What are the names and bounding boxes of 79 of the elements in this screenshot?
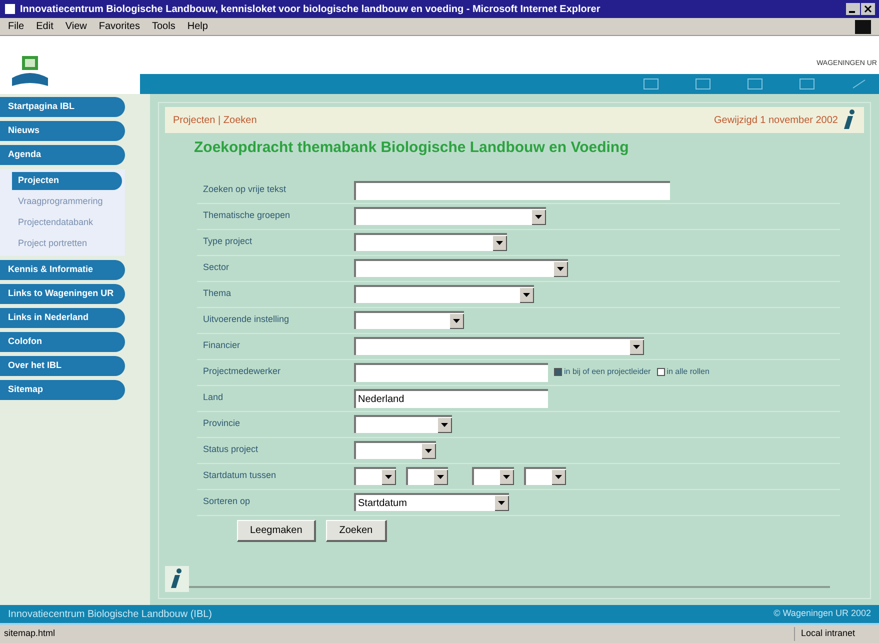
dropdown-arrow-icon: [425, 448, 432, 452]
sidebar-item[interactable]: Nieuws: [0, 121, 125, 141]
dropdown-arrow-icon: [441, 422, 448, 426]
minimize-icon[interactable]: [846, 3, 860, 15]
input-field[interactable]: [354, 180, 670, 200]
form-button[interactable]: Zoeken: [326, 520, 387, 542]
page-heading: Zoekopdracht themabank Biologische Landbouw en Voeding: [194, 138, 630, 158]
dropdown[interactable]: [472, 467, 514, 485]
field-label: Type project: [202, 235, 254, 248]
field-label: Thematische groepen: [202, 209, 292, 222]
dropdown[interactable]: [354, 259, 568, 277]
radio-label: in bij of een projectleider: [564, 366, 651, 378]
dropdown-arrow-icon: [557, 266, 564, 270]
sidebar-item[interactable]: Over het IBL: [0, 356, 125, 376]
dropdown-arrow-icon: [496, 240, 503, 244]
dropdown[interactable]: [354, 467, 396, 485]
info-icon: [842, 109, 856, 131]
sidebar-item[interactable]: Kennis & Informatie: [0, 260, 125, 280]
sidebar-item[interactable]: Agenda: [0, 145, 125, 165]
breadcrumb[interactable]: Projecten | Zoeken: [173, 112, 257, 128]
dropdown[interactable]: [354, 337, 644, 355]
sidebar-subitem[interactable]: Vraagprogrammering: [12, 193, 125, 211]
field-label: Provincie: [202, 417, 242, 430]
sidebar-item[interactable]: Links to Wageningen UR: [0, 284, 125, 304]
input-field[interactable]: Nederland: [354, 388, 548, 408]
field-label: Status project: [202, 443, 260, 456]
footer-text: Innovatiecentrum Biologische Landbouw (IBL): [8, 608, 212, 622]
dropdown[interactable]: [354, 233, 507, 251]
dropdown[interactable]: [524, 467, 566, 485]
dropdown[interactable]: [354, 207, 546, 225]
field-label: Sector: [202, 261, 230, 274]
close-icon[interactable]: [861, 3, 875, 15]
status-text: sitemap.html: [4, 627, 56, 640]
sidebar-item[interactable]: Colofon: [0, 332, 125, 352]
dropdown-arrow-icon: [523, 292, 530, 296]
radio-label: in alle rollen: [666, 366, 710, 378]
dropdown[interactable]: Startdatum: [354, 493, 509, 511]
sidebar-item[interactable]: Startpagina IBL: [0, 97, 125, 117]
copyright-text: © Wageningen UR 2002: [774, 607, 871, 620]
zone-text: Local intranet: [794, 627, 855, 641]
menu-item[interactable]: Edit: [36, 19, 54, 34]
radio-button[interactable]: [656, 368, 665, 376]
info-icon: [165, 566, 189, 592]
dropdown-arrow-icon: [503, 474, 510, 478]
sidebar-item[interactable]: Sitemap: [0, 380, 125, 400]
sidebar-item[interactable]: Links in Nederland: [0, 308, 125, 328]
dropdown[interactable]: [354, 415, 452, 433]
menu-item[interactable]: View: [65, 19, 87, 34]
form-button[interactable]: Leegmaken: [237, 520, 316, 542]
field-label: Financier: [202, 339, 242, 352]
dropdown[interactable]: [354, 285, 534, 303]
field-label: Startdatum tussen: [202, 469, 278, 482]
sidebar-subitem[interactable]: Projecten: [12, 172, 122, 190]
sidebar-subitem[interactable]: Project portretten: [12, 235, 125, 253]
dropdown-arrow-icon: [385, 474, 392, 478]
window-title: Innovatiecentrum Biologische Landbouw, kennisloket voor biologische landbouw en voeding - Microsoft Internet Explorer: [20, 2, 600, 16]
dropdown-arrow-icon: [453, 318, 460, 322]
dropdown-arrow-icon: [437, 474, 444, 478]
menu-item[interactable]: Favorites: [98, 19, 140, 34]
radio-button[interactable]: [554, 368, 562, 376]
field-label: Sorteren op: [202, 495, 252, 508]
dropdown[interactable]: [406, 467, 448, 485]
dropdown[interactable]: [354, 441, 436, 459]
sidebar-subitem[interactable]: Projectendatabank: [12, 214, 125, 232]
input-field[interactable]: [354, 362, 548, 382]
field-label: Zoeken op vrije tekst: [202, 183, 288, 196]
field-label: Uitvoerende instelling: [202, 313, 290, 326]
field-label: Land: [202, 391, 224, 404]
dropdown-arrow-icon: [498, 500, 505, 504]
menu-item[interactable]: File: [8, 19, 24, 34]
menu-item[interactable]: Help: [187, 19, 208, 34]
modified-date: Gewijzigd 1 november 2002: [714, 114, 838, 128]
dropdown[interactable]: [354, 311, 464, 329]
field-label: Thema: [202, 287, 232, 300]
dropdown-arrow-icon: [535, 214, 542, 218]
menu-item[interactable]: Tools: [152, 19, 176, 34]
dropdown-arrow-icon: [633, 344, 640, 348]
field-label: Projectmedewerker: [202, 365, 282, 378]
dropdown-arrow-icon: [555, 474, 562, 478]
